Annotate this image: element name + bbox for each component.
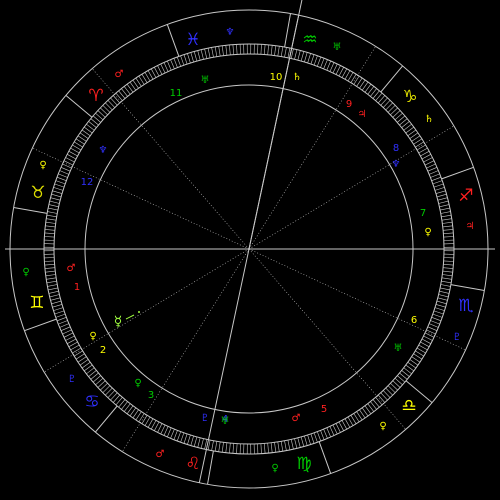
mercury-pointer-dot	[138, 311, 140, 313]
sign-virgo: ♍	[296, 454, 311, 474]
planet-glyph-gemini: ♀	[22, 267, 29, 278]
planet-mercury-main: ☿	[114, 314, 123, 330]
sign-capricorn: ♑	[402, 87, 417, 107]
planet-glyph-capricorn: ♄	[425, 114, 434, 125]
planet-uranus-h6: ♅	[394, 343, 403, 354]
planet-uranus-h11: ♅	[201, 75, 210, 86]
house-number-5: 5	[321, 404, 327, 415]
sign-scorpio: ♏	[458, 296, 473, 316]
planet-mars-h5: ♂	[292, 413, 301, 424]
planet-uranus-h4: ♅	[221, 416, 230, 427]
planet-neptune-h8: ♆	[392, 159, 401, 170]
house-number-3: 3	[148, 390, 154, 401]
planet-jupiter-h9: ♃	[358, 109, 367, 120]
house-number-2: 2	[100, 345, 106, 356]
planet-neptune-h12: ♆	[99, 145, 108, 156]
planet-glyph-pisces: ♆	[226, 27, 235, 38]
planet-saturn-h10: ♄	[293, 72, 302, 83]
planet-glyph-aquarius: ♅	[333, 42, 342, 53]
house-number-11: 11	[170, 88, 183, 99]
house-number-6: 6	[411, 315, 417, 326]
planet-glyph-sagittarius: ♃	[466, 221, 475, 232]
sign-libra: ♎	[401, 396, 416, 416]
house-number-1: 1	[74, 282, 80, 293]
sign-aries: ♈	[88, 86, 103, 106]
planet-venus-h3: ♀	[134, 378, 141, 389]
sign-taurus: ♉	[30, 183, 45, 203]
astrology-chart: ♈ ♉ ♊ ♋ ♌ ♍ ♎ ♏ ♐ ♑ ♒ ♓ ♆ ♅ ♂ ♀ ♀ ♇ ♂ ♀ …	[0, 0, 500, 500]
sign-gemini: ♊	[29, 293, 44, 313]
planet-glyph-taurus: ♀	[39, 160, 46, 171]
sign-cancer: ♋	[84, 392, 99, 412]
house-number-12: 12	[81, 177, 94, 188]
sign-leo: ♌	[185, 454, 200, 474]
house-number-8: 8	[393, 143, 399, 154]
planet-glyph-leo: ♂	[156, 449, 165, 460]
sign-sagittarius: ♐	[458, 186, 473, 206]
planet-glyph-libra: ♀	[379, 421, 386, 432]
house-number-10: 10	[270, 72, 283, 83]
planet-glyph-virgo: ♀	[271, 463, 278, 474]
house-number-7: 7	[420, 208, 426, 219]
planet-glyph-scorpio: ♇	[453, 332, 462, 343]
planet-mars-h1: ♂	[67, 263, 76, 274]
planet-pluto-h4: ♇	[201, 413, 210, 424]
planet-glyph-aries: ♂	[115, 69, 124, 80]
planet-venus-h7: ♀	[424, 227, 431, 238]
planet-venus-h2: ♀	[89, 331, 96, 342]
chart-background	[0, 0, 500, 500]
sign-pisces: ♓	[185, 30, 200, 50]
planet-glyph-cancer: ♇	[68, 374, 77, 385]
chart-wheel: ♈ ♉ ♊ ♋ ♌ ♍ ♎ ♏ ♐ ♑ ♒ ♓ ♆ ♅ ♂ ♀ ♀ ♇ ♂ ♀ …	[0, 0, 500, 500]
sign-aquarius: ♒	[302, 30, 317, 50]
house-number-9: 9	[346, 99, 352, 110]
